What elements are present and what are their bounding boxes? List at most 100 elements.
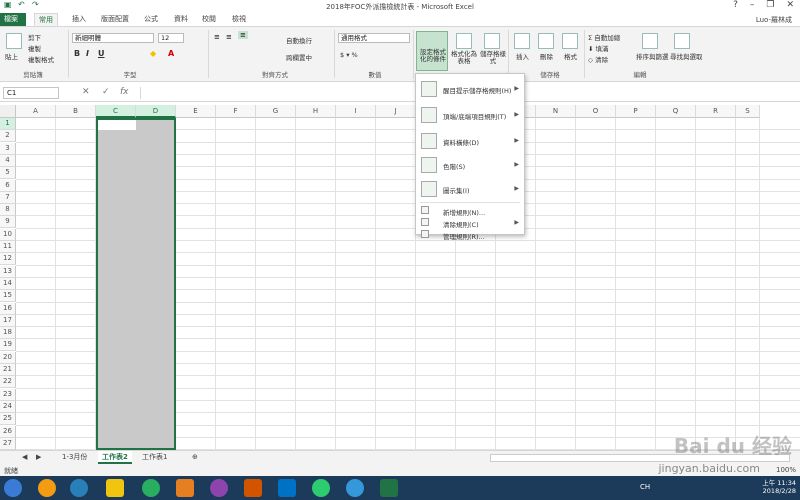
- outlook-icon[interactable]: [278, 479, 296, 497]
- browser-icon[interactable]: [38, 479, 56, 497]
- worksheet-grid[interactable]: ABCDEFGHIJKLMNOPQRS 12345678910111213141…: [0, 105, 800, 451]
- delete-cells-icon[interactable]: [538, 33, 554, 49]
- confirm-icon[interactable]: ✓: [102, 87, 110, 97]
- row-header-25[interactable]: 25: [0, 413, 16, 426]
- column-header-b[interactable]: B: [56, 105, 96, 118]
- cancel-icon[interactable]: ✕: [82, 87, 90, 97]
- row-header-5[interactable]: 5: [0, 167, 16, 180]
- cut-button[interactable]: 剪下: [28, 32, 41, 42]
- format-cells-label[interactable]: 格式: [564, 51, 577, 61]
- cell-styles-label[interactable]: 儲存格樣式: [480, 51, 506, 65]
- column-header-a[interactable]: A: [16, 105, 56, 118]
- column-header-f[interactable]: F: [216, 105, 256, 118]
- menu-item-manage-rules[interactable]: 管理規則(R)...: [416, 229, 524, 241]
- align-middle-icon[interactable]: ≡: [226, 33, 232, 41]
- underline-button[interactable]: U: [98, 49, 105, 58]
- row-header-27[interactable]: 27: [0, 437, 16, 450]
- row-header-14[interactable]: 14: [0, 277, 16, 290]
- menu-item-highlight-rules[interactable]: 醒目提示儲存格規則(H) ▶: [416, 78, 524, 100]
- row-header-19[interactable]: 19: [0, 339, 16, 352]
- row-header-4[interactable]: 4: [0, 154, 16, 167]
- purple-app-icon[interactable]: [210, 479, 228, 497]
- sheet-tab-1[interactable]: 1-3月份: [58, 451, 91, 464]
- column-header-h[interactable]: H: [296, 105, 336, 118]
- currency-icon[interactable]: $ ▾ %: [340, 51, 358, 59]
- row-header-7[interactable]: 7: [0, 191, 16, 204]
- conditional-formatting-label[interactable]: 設定格式化的條件: [417, 49, 449, 63]
- menu-item-icon-sets[interactable]: 圖示集(I) ▶: [416, 178, 524, 200]
- tab-home[interactable]: 常用: [34, 13, 58, 26]
- menu-item-clear-rules[interactable]: 清除規則(C) ▶: [416, 217, 524, 229]
- wrap-text-button[interactable]: 自動換行: [286, 35, 312, 45]
- autosum-button[interactable]: Σ 自動加總: [588, 32, 620, 42]
- font-size-select[interactable]: 12: [158, 33, 184, 43]
- row-header-3[interactable]: 3: [0, 142, 16, 155]
- row-header-6[interactable]: 6: [0, 179, 16, 192]
- copy-button[interactable]: 複製: [28, 43, 41, 53]
- row-header-8[interactable]: 8: [0, 204, 16, 217]
- column-header-r[interactable]: R: [696, 105, 736, 118]
- select-all-button[interactable]: [0, 105, 16, 118]
- column-header-o[interactable]: O: [576, 105, 616, 118]
- row-header-22[interactable]: 22: [0, 376, 16, 389]
- column-header-e[interactable]: E: [176, 105, 216, 118]
- excel-icon[interactable]: [380, 479, 398, 497]
- row-header-24[interactable]: 24: [0, 400, 16, 413]
- column-header-g[interactable]: G: [256, 105, 296, 118]
- minimize-icon[interactable]: –: [750, 0, 755, 10]
- row-header-20[interactable]: 20: [0, 351, 16, 364]
- add-sheet-icon[interactable]: ⊕: [188, 451, 202, 464]
- find-select-icon[interactable]: [674, 33, 690, 49]
- sheet-tab-3[interactable]: 工作表1: [138, 451, 171, 464]
- tab-insert[interactable]: 插入: [68, 13, 90, 26]
- italic-button[interactable]: I: [86, 49, 89, 58]
- column-header-d[interactable]: D: [136, 105, 176, 118]
- row-header-11[interactable]: 11: [0, 241, 16, 253]
- column-header-c[interactable]: C: [96, 105, 136, 118]
- column-header-s[interactable]: S: [736, 105, 760, 118]
- row-header-2[interactable]: 2: [0, 130, 16, 143]
- menu-item-top-bottom-rules[interactable]: 頂端/底端項目規則(T) ▶: [416, 104, 524, 126]
- fill-button[interactable]: ⬇ 填滿: [588, 43, 609, 53]
- format-cells-icon[interactable]: [562, 33, 578, 49]
- font-color-icon[interactable]: A: [168, 49, 174, 58]
- close-icon[interactable]: ✕: [786, 0, 794, 10]
- column-header-j[interactable]: J: [376, 105, 416, 118]
- media-player-icon[interactable]: [244, 479, 262, 497]
- clear-button[interactable]: ◇ 清除: [588, 54, 608, 64]
- wechat-icon[interactable]: [312, 479, 330, 497]
- sheet-tab-2[interactable]: 工作表2: [98, 451, 132, 464]
- format-as-table-icon[interactable]: [456, 33, 472, 49]
- find-select-label[interactable]: 尋找與選取: [670, 51, 703, 61]
- insert-cells-icon[interactable]: [514, 33, 530, 49]
- menu-item-data-bars[interactable]: 資料橫條(D) ▶: [416, 130, 524, 152]
- row-header-1[interactable]: 1: [0, 118, 16, 130]
- folder-icon[interactable]: [106, 479, 124, 497]
- row-header-17[interactable]: 17: [0, 314, 16, 327]
- row-header-21[interactable]: 21: [0, 364, 16, 376]
- align-bottom-icon[interactable]: ≡: [238, 31, 248, 39]
- format-painter-button[interactable]: 複製格式: [28, 54, 54, 64]
- menu-item-color-scales[interactable]: 色階(S) ▶: [416, 154, 524, 176]
- row-header-10[interactable]: 10: [0, 228, 16, 241]
- ie-icon[interactable]: [70, 479, 88, 497]
- column-header-q[interactable]: Q: [656, 105, 696, 118]
- bold-button[interactable]: B: [74, 49, 80, 58]
- help-icon[interactable]: ?: [733, 0, 738, 10]
- number-format-select[interactable]: 通用格式: [338, 33, 410, 43]
- tab-review[interactable]: 校閱: [198, 13, 220, 26]
- row-header-26[interactable]: 26: [0, 425, 16, 438]
- ie2-icon[interactable]: [346, 479, 364, 497]
- tab-formulas[interactable]: 公式: [140, 13, 162, 26]
- row-header-15[interactable]: 15: [0, 290, 16, 303]
- menu-item-new-rule[interactable]: 新增規則(N)...: [416, 205, 524, 217]
- tab-data[interactable]: 資料: [170, 13, 192, 26]
- insert-cells-label[interactable]: 插入: [516, 51, 529, 61]
- restore-icon[interactable]: ❐: [766, 0, 774, 10]
- font-name-select[interactable]: 新細明體: [72, 33, 154, 43]
- row-header-9[interactable]: 9: [0, 216, 16, 229]
- row-header-16[interactable]: 16: [0, 302, 16, 315]
- cell-styles-icon[interactable]: [484, 33, 500, 49]
- language-indicator[interactable]: CH: [640, 483, 650, 491]
- selected-range[interactable]: [96, 118, 176, 450]
